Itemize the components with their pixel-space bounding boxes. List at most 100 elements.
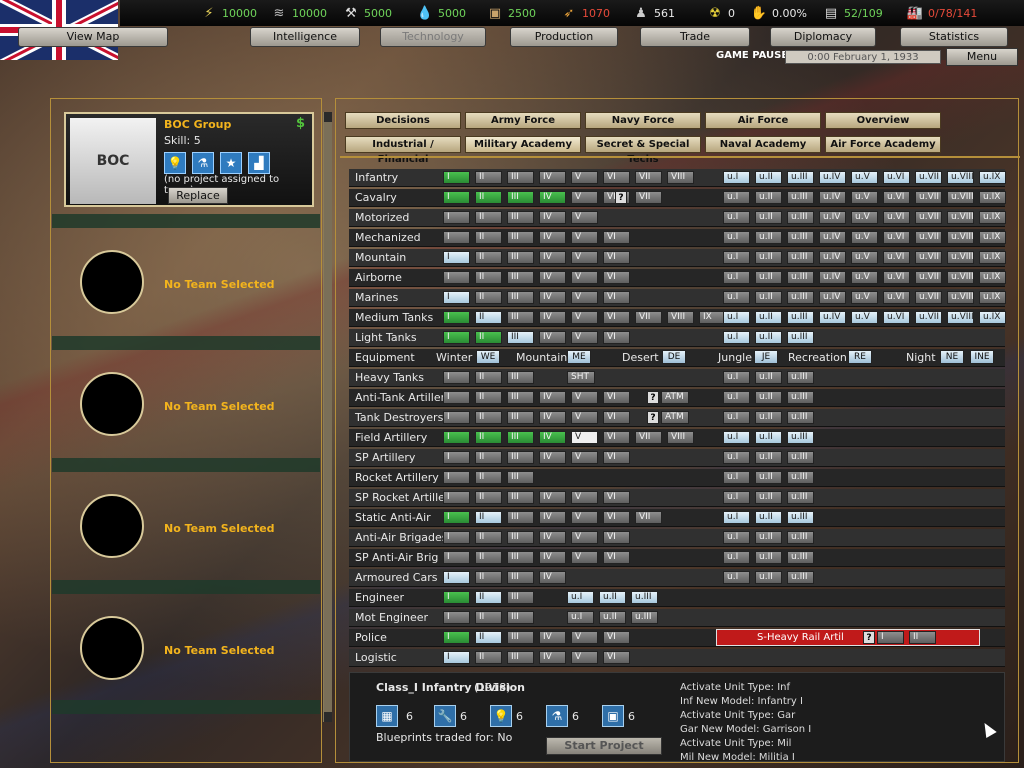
tech-upgrade-9[interactable]: u.IX	[979, 171, 1006, 184]
tech-upgrade-1[interactable]: u.I	[567, 591, 594, 604]
tech-upgrade-4[interactable]: u.IV	[819, 211, 846, 224]
tech-upgrade-1[interactable]: u.I	[723, 551, 750, 564]
tech-sht[interactable]: SHT	[567, 371, 595, 384]
tech-level-1[interactable]: I	[443, 331, 470, 344]
statistics-button[interactable]: Statistics	[900, 27, 1008, 47]
tech-upgrade-2[interactable]: u.II	[755, 251, 782, 264]
tech-level-5[interactable]: V	[571, 651, 598, 664]
tech-level-1[interactable]: I	[443, 531, 470, 544]
tech-level-4[interactable]: IV	[539, 291, 566, 304]
tech-upgrade-4[interactable]: u.IV	[819, 231, 846, 244]
tech-upgrade-8[interactable]: u.VIII	[947, 291, 974, 304]
tech-level-4[interactable]: IV	[539, 331, 566, 344]
tech-upgrade-8[interactable]: u.VIII	[947, 271, 974, 284]
tech-upgrade-9[interactable]: u.IX	[979, 291, 1006, 304]
tech-upgrade-2[interactable]: u.II	[755, 391, 782, 404]
tech-level-2[interactable]: II	[475, 331, 502, 344]
tech-atm[interactable]: ATM	[661, 411, 689, 424]
tech-upgrade-3[interactable]: u.III	[787, 271, 814, 284]
tech-level-2[interactable]: II	[475, 411, 502, 424]
tech-upgrade-5[interactable]: u.V	[851, 231, 878, 244]
tech-upgrade-9[interactable]: u.IX	[979, 251, 1006, 264]
tech-upgrade-1[interactable]: u.I	[723, 251, 750, 264]
tech-upgrade-1[interactable]: u.I	[723, 291, 750, 304]
tech-upgrade-4[interactable]: u.IV	[819, 191, 846, 204]
tech-level-1[interactable]: I	[443, 611, 470, 624]
tech-upgrade-4[interactable]: u.IV	[819, 271, 846, 284]
tech-upgrade-3[interactable]: u.III	[787, 551, 814, 564]
tech-upgrade-3[interactable]: u.III	[787, 291, 814, 304]
tech-upgrade-8[interactable]: u.VIII	[947, 191, 974, 204]
tech-level-7[interactable]: VII	[635, 311, 662, 324]
tech-level-2[interactable]: II	[475, 291, 502, 304]
tech-level-1[interactable]: I	[443, 411, 470, 424]
tech-upgrade-1[interactable]: u.I	[723, 531, 750, 544]
tech-level-4[interactable]: IV	[539, 571, 566, 584]
tech-level-2[interactable]: II	[475, 271, 502, 284]
tech-upgrade-3[interactable]: u.III	[787, 471, 814, 484]
tech-upgrade-1[interactable]: u.I	[723, 451, 750, 464]
tech-upgrade-1[interactable]: u.I	[723, 471, 750, 484]
tech-level-1[interactable]: I	[443, 631, 470, 644]
tech-upgrade-3[interactable]: u.III	[787, 311, 814, 324]
tech-level-9[interactable]: IX	[699, 311, 726, 324]
tech-upgrade-3[interactable]: u.III	[631, 591, 658, 604]
tech-upgrade-1[interactable]: u.I	[723, 171, 750, 184]
tech-upgrade-4[interactable]: u.IV	[819, 311, 846, 324]
tech-upgrade-1[interactable]: u.I	[723, 391, 750, 404]
tech-upgrade-7[interactable]: u.VII	[915, 311, 942, 324]
tech-level-3[interactable]: III	[507, 311, 534, 324]
tech-level-2[interactable]: II	[475, 491, 502, 504]
tech-level-3[interactable]: III	[507, 571, 534, 584]
tech-upgrade-3[interactable]: u.III	[787, 531, 814, 544]
tech-upgrade-9[interactable]: u.IX	[979, 211, 1006, 224]
tech-upgrade-3[interactable]: u.III	[787, 391, 814, 404]
tab-navy-force[interactable]: Navy Force	[585, 112, 701, 129]
secret-tech-rail-artillery[interactable]: S-Heavy Rail Artil? I II	[716, 629, 980, 646]
tech-level-6[interactable]: VI	[603, 291, 630, 304]
tech-level-6[interactable]: VI	[603, 531, 630, 544]
tech-level-3[interactable]: III	[507, 491, 534, 504]
tech-upgrade-1[interactable]: u.I	[723, 191, 750, 204]
tech-level-5[interactable]: V	[571, 171, 598, 184]
menu-button[interactable]: Menu	[946, 48, 1018, 66]
tech-level-6[interactable]: VI	[603, 171, 630, 184]
tech-upgrade-9[interactable]: u.IX	[979, 311, 1006, 324]
tech-level-3[interactable]: III	[507, 611, 534, 624]
tech-upgrade-1[interactable]: u.I	[723, 511, 750, 524]
tech-level-7[interactable]: VII	[635, 511, 662, 524]
tech-level-6[interactable]: VI	[603, 311, 630, 324]
tech-level-4[interactable]: IV	[539, 391, 566, 404]
tech-upgrade-2[interactable]: u.II	[755, 471, 782, 484]
tech-level-8[interactable]: VIII	[667, 311, 694, 324]
tech-level-5[interactable]: V	[571, 211, 598, 224]
tech-upgrade-6[interactable]: u.VI	[883, 191, 910, 204]
scroll-thumb[interactable]	[324, 122, 332, 712]
tech-level-8[interactable]: VIII	[667, 431, 694, 444]
tech-upgrade-2[interactable]: u.II	[755, 451, 782, 464]
tech-upgrade-2[interactable]: u.II	[599, 591, 626, 604]
tech-level-3[interactable]: III	[507, 471, 534, 484]
tech-level-5[interactable]: V	[571, 291, 598, 304]
tech-upgrade-2[interactable]: u.II	[755, 431, 782, 444]
tech-level-3[interactable]: III	[507, 231, 534, 244]
equipment-tech-re[interactable]: RE	[848, 350, 872, 364]
tech-upgrade-7[interactable]: u.VII	[915, 251, 942, 264]
tech-upgrade-2[interactable]: u.II	[755, 511, 782, 524]
tech-level-5[interactable]: V	[571, 271, 598, 284]
tech-level-5[interactable]: V	[571, 231, 598, 244]
tech-upgrade-3[interactable]: u.III	[787, 331, 814, 344]
tech-upgrade-4[interactable]: u.IV	[819, 251, 846, 264]
equipment-tech-je[interactable]: JE	[754, 350, 778, 364]
tech-level-5[interactable]: V	[571, 251, 598, 264]
tech-upgrade-6[interactable]: u.VI	[883, 271, 910, 284]
secret-tech-level-1[interactable]: I	[877, 631, 904, 644]
tech-level-1[interactable]: I	[443, 311, 470, 324]
team-slot-2[interactable]	[80, 250, 144, 314]
tech-upgrade-2[interactable]: u.II	[755, 171, 782, 184]
tech-level-5[interactable]: V	[571, 431, 598, 444]
tech-upgrade-1[interactable]: u.I	[723, 491, 750, 504]
technology-button[interactable]: Technology	[380, 27, 486, 47]
tab-air-force[interactable]: Air Force	[705, 112, 821, 129]
tech-upgrade-5[interactable]: u.V	[851, 311, 878, 324]
